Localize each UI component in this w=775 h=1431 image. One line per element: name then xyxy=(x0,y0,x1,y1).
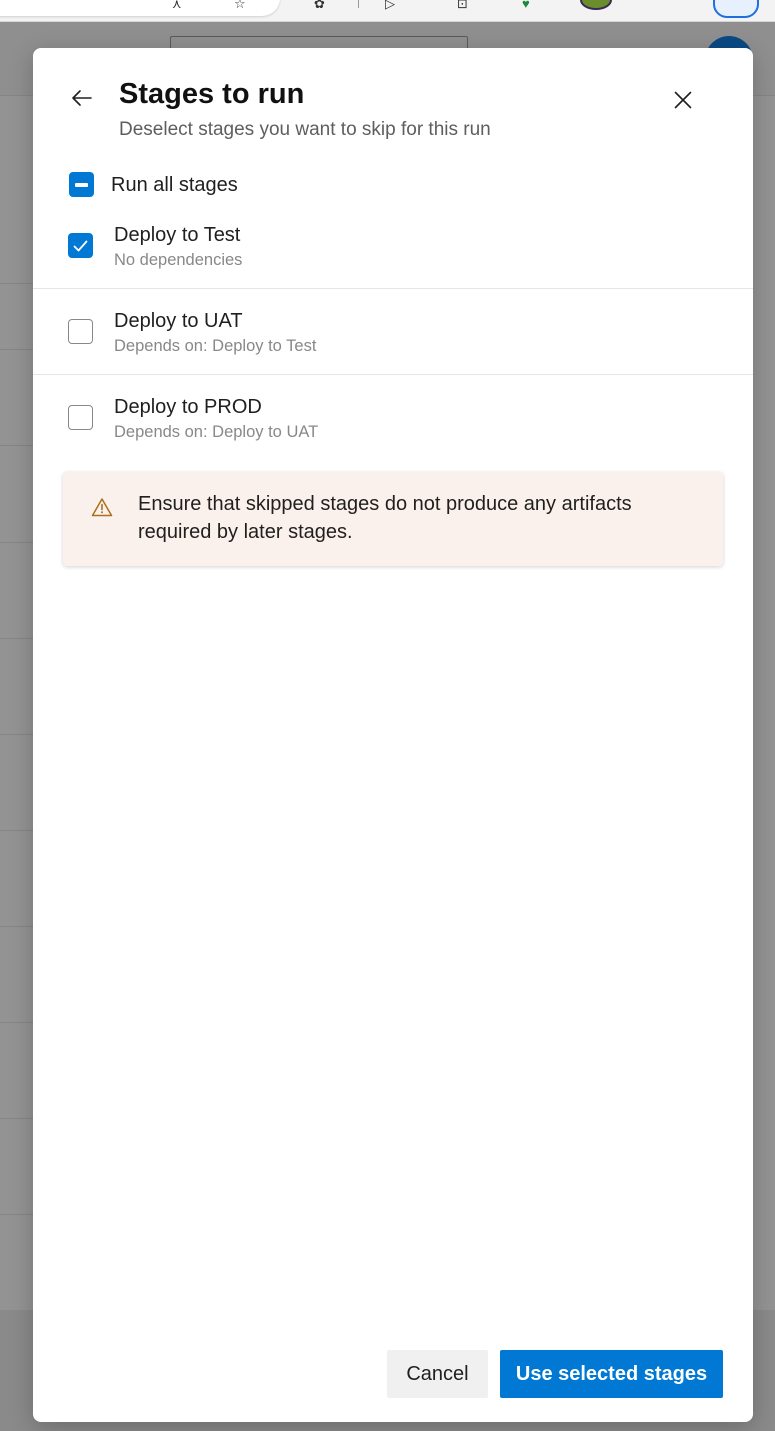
extensions-icon[interactable]: ✿ xyxy=(314,0,325,10)
warning-message-bar: Ensure that skipped stages do not produc… xyxy=(63,472,723,566)
background-row-divider xyxy=(0,926,34,927)
background-row-divider xyxy=(0,830,34,831)
stage-checkbox-deploy-to-uat[interactable] xyxy=(68,319,93,344)
warning-triangle-icon xyxy=(91,498,113,517)
close-button[interactable] xyxy=(669,86,697,114)
stage-dependency: Depends on: Deploy to Test xyxy=(114,337,317,355)
background-row-divider xyxy=(0,734,34,735)
cancel-button[interactable]: Cancel xyxy=(387,1350,488,1398)
dialog-subtitle: Deselect stages you want to skip for thi… xyxy=(119,119,491,140)
stage-dependency: Depends on: Deploy to UAT xyxy=(114,423,319,441)
run-all-stages-label: Run all stages xyxy=(111,174,238,196)
stage-row-deploy-to-test[interactable]: Deploy to Test No dependencies xyxy=(33,224,753,319)
background-row-divider xyxy=(0,445,34,446)
background-row-divider xyxy=(0,638,34,639)
collections-icon[interactable]: ⊡ xyxy=(457,0,468,10)
read-aloud-icon[interactable]: ⋏ xyxy=(172,0,182,10)
indeterminate-dash-icon xyxy=(75,182,88,187)
checkmark-icon xyxy=(73,240,88,251)
stage-name: Deploy to Test xyxy=(114,224,241,246)
back-button[interactable] xyxy=(69,86,95,110)
stages-to-run-dialog: Stages to run Deselect stages you want t… xyxy=(33,48,753,1422)
background-row-divider xyxy=(0,542,34,543)
run-all-stages-checkbox[interactable] xyxy=(69,172,94,197)
stage-row-deploy-to-uat[interactable]: Deploy to UAT Depends on: Deploy to Test xyxy=(33,310,753,405)
use-selected-stages-button[interactable]: Use selected stages xyxy=(500,1350,723,1398)
browser-essentials-icon[interactable]: ♥ xyxy=(522,0,530,10)
background-row-divider xyxy=(0,349,34,350)
toolbar-divider xyxy=(358,0,359,8)
favorite-star-icon[interactable]: ☆ xyxy=(234,0,246,10)
warning-text: Ensure that skipped stages do not produc… xyxy=(138,493,632,543)
stage-name: Deploy to UAT xyxy=(114,310,243,332)
browser-toolbar: ⋏ ☆ ✿ ▷ ⊡ ♥ xyxy=(0,0,775,22)
profile-avatar[interactable] xyxy=(580,0,612,10)
stage-dependency: No dependencies xyxy=(114,251,243,269)
stage-name: Deploy to PROD xyxy=(114,396,262,418)
stage-checkbox-deploy-to-prod[interactable] xyxy=(68,405,93,430)
background-row-divider xyxy=(0,1118,34,1119)
background-row-divider xyxy=(0,1022,34,1023)
stage-checkbox-deploy-to-test[interactable] xyxy=(68,233,93,258)
stage-divider xyxy=(33,288,753,289)
split-screen-icon[interactable]: ▷ xyxy=(385,0,395,10)
copilot-button[interactable] xyxy=(713,0,759,18)
arrow-left-icon xyxy=(72,90,92,106)
close-icon xyxy=(674,91,692,109)
background-row-divider xyxy=(0,1214,34,1215)
background-row-divider xyxy=(0,283,34,284)
dialog-title: Stages to run xyxy=(119,78,305,110)
stage-divider xyxy=(33,374,753,375)
